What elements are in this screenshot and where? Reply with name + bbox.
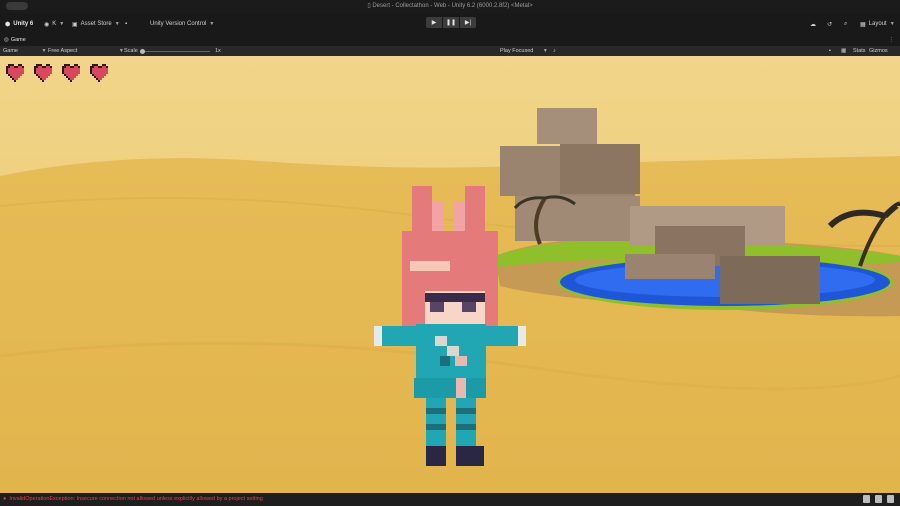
- chevron-down-icon: ▼: [889, 21, 895, 27]
- scale-slider-track[interactable]: [142, 50, 210, 52]
- play-icon: ▶: [431, 20, 437, 26]
- aspect-dropdown[interactable]: Free Aspect ▼: [48, 46, 124, 56]
- layout-button[interactable]: ▦ Layout ▼: [860, 13, 895, 35]
- history-button[interactable]: ↺: [827, 13, 832, 35]
- scale-value: 1x: [215, 48, 221, 54]
- console-error-message[interactable]: ● InvalidOperationException: Insecure co…: [3, 493, 263, 506]
- chevron-down-icon: ▼: [209, 21, 215, 27]
- layout-label: Layout: [868, 21, 887, 27]
- doc-icon: ▯: [367, 3, 371, 9]
- step-icon: ▶|: [464, 20, 472, 26]
- chevron-down-icon: ▼: [542, 48, 548, 54]
- window-controls[interactable]: [6, 2, 28, 10]
- version-control-label: Unity Version Control: [150, 21, 207, 27]
- unity-logo-icon: ⬢: [5, 21, 11, 28]
- search-icon: ⌕: [844, 20, 848, 27]
- asset-store-label: Asset Store: [80, 21, 112, 27]
- mute-audio-icon[interactable]: ♪: [553, 46, 556, 56]
- asset-store-button[interactable]: ▣ Asset Store ▼: [72, 13, 120, 35]
- play-mode-dropdown[interactable]: Play Focused ▼: [500, 46, 548, 56]
- tab-game-label: Game: [10, 37, 26, 43]
- package-icon: ▪: [125, 21, 128, 27]
- cloud-button[interactable]: ☁: [810, 13, 816, 35]
- play-button[interactable]: ▶: [426, 17, 442, 28]
- pause-icon: ❚❚: [445, 20, 457, 26]
- playmode-controls: ▶ ❚❚ ▶|: [426, 17, 476, 28]
- chevron-down-icon: ▼: [114, 21, 120, 27]
- asset-store-icon: ▣: [72, 21, 78, 28]
- version-control-button[interactable]: Unity Version Control ▼: [150, 13, 214, 35]
- grid-toggle-icon[interactable]: ▦: [841, 46, 846, 56]
- camera-icon[interactable]: ▪: [829, 46, 831, 56]
- console-status-bar[interactable]: ● InvalidOperationException: Insecure co…: [0, 493, 900, 506]
- account-label: K: [52, 21, 57, 27]
- progress-icon[interactable]: [875, 495, 882, 503]
- scale-slider-thumb[interactable]: [140, 48, 145, 54]
- package-icon-button[interactable]: ▪: [125, 13, 127, 35]
- step-button[interactable]: ▶|: [460, 17, 476, 28]
- game-viewport[interactable]: [0, 56, 900, 493]
- play-mode-value: Play Focused: [500, 48, 534, 54]
- cloud-icon: ☁: [810, 21, 816, 28]
- unity-menu-button[interactable]: ⬢ Unity 6: [5, 13, 33, 35]
- panel-tab-strip: ◎ Game ⋮: [0, 35, 900, 46]
- scale-label: Scale: [124, 48, 138, 54]
- more-options-icon[interactable]: ⋮: [889, 35, 895, 46]
- stats-button[interactable]: Stats: [853, 46, 866, 56]
- layout-icon: ▦: [860, 21, 866, 28]
- status-icons: [863, 495, 894, 503]
- compile-icon[interactable]: [887, 495, 894, 503]
- game-controller-icon: ◎: [4, 37, 9, 43]
- history-icon: ↺: [827, 21, 833, 28]
- pause-button[interactable]: ❚❚: [443, 17, 459, 28]
- account-button[interactable]: ◉ K ▼: [44, 13, 64, 35]
- window-title: Desert - Collectathon - Web - Unity 6.2 …: [372, 3, 533, 9]
- bug-icon[interactable]: [863, 495, 870, 503]
- player-character: [374, 186, 526, 466]
- display-value: Game: [3, 48, 18, 54]
- aspect-value: Free Aspect: [48, 48, 78, 54]
- account-icon: ◉: [44, 21, 50, 28]
- tab-game[interactable]: ◎ Game: [4, 35, 26, 46]
- display-dropdown[interactable]: Game ▼: [3, 46, 46, 56]
- chevron-down-icon: ▼: [41, 48, 47, 54]
- gizmos-button[interactable]: Gizmos: [869, 46, 888, 56]
- chevron-down-icon: ▼: [59, 21, 65, 27]
- error-icon: ●: [3, 496, 7, 502]
- search-button[interactable]: ⌕: [844, 13, 847, 35]
- error-text: InvalidOperationException: Insecure conn…: [9, 496, 263, 502]
- game-view-toolbar: Game ▼ Free Aspect ▼ Scale 1x Play Focus…: [0, 46, 900, 56]
- unity-label: Unity 6: [13, 21, 34, 27]
- window-title-bar: ▯ Desert - Collectathon - Web - Unity 6.…: [0, 0, 900, 13]
